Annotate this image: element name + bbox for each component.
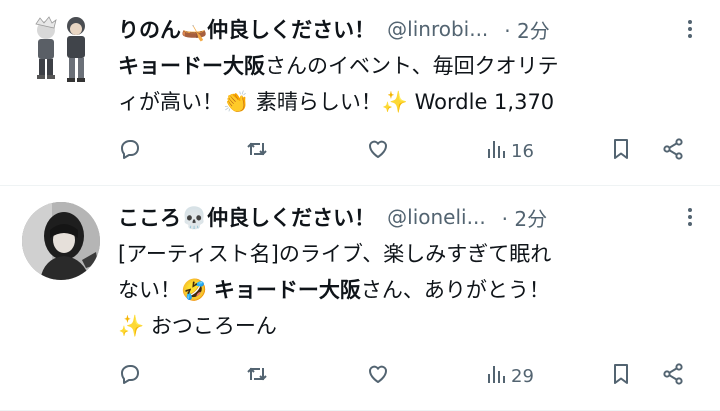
reply-button[interactable]	[118, 136, 142, 166]
tweet-text-line: さん、ありがとう！	[360, 278, 550, 302]
tweet-actions: 16	[118, 136, 698, 166]
bookmark-button[interactable]	[609, 136, 633, 166]
share-icon	[661, 137, 685, 165]
reply-icon	[118, 362, 142, 390]
mention[interactable]: キョードー大阪	[214, 278, 361, 302]
retweet-icon	[245, 137, 269, 165]
tweet-text-line: さんのイベント、毎回クオリテ	[265, 54, 559, 78]
tweet-text: [アーティスト名]のライブ、楽しみすぎて眠れ ない！🤣 キョードー大阪さん、あり…	[118, 236, 693, 344]
avatar[interactable]	[22, 202, 100, 280]
retweet-icon	[245, 362, 269, 390]
tweet-text-line: ィが高い！👏 素晴らしい！✨ Wordle 1,370	[118, 90, 555, 114]
share-icon	[661, 362, 685, 390]
bookmark-icon	[609, 362, 633, 390]
display-name[interactable]: りのん🛶仲良しください！	[118, 14, 375, 44]
tweet-actions: 29	[118, 361, 698, 391]
tweet-text-line: ない！🤣	[118, 278, 214, 302]
user-handle[interactable]: @linrobi...	[387, 17, 488, 41]
share-button[interactable]	[661, 361, 685, 391]
views-button[interactable]: 16	[484, 136, 534, 166]
views-icon	[484, 362, 508, 390]
display-name[interactable]: こころ💀仲良しください！	[118, 202, 375, 232]
like-button[interactable]	[366, 136, 390, 166]
timestamp[interactable]: · 2分	[502, 203, 547, 232]
tweet-header: りのん🛶仲良しください！ @linrobi... · 2分	[118, 14, 698, 44]
views-icon	[484, 137, 508, 165]
avatar[interactable]	[22, 10, 100, 88]
bookmark-icon	[609, 137, 633, 165]
like-button[interactable]	[366, 361, 390, 391]
like-icon	[366, 362, 390, 390]
timestamp[interactable]: · 2分	[504, 15, 549, 44]
reply-button[interactable]	[118, 361, 142, 391]
tweet-text-line: [アーティスト名]のライブ、楽しみすぎて眠れ	[118, 242, 552, 266]
more-icon[interactable]	[680, 18, 700, 40]
retweet-button[interactable]	[245, 361, 269, 391]
views-button[interactable]: 29	[484, 361, 534, 391]
reply-icon	[118, 137, 142, 165]
like-icon	[366, 137, 390, 165]
views-count: 29	[511, 365, 534, 387]
tweet-text-line: ✨ おつころーん	[118, 314, 277, 338]
tweet-header: こころ💀仲良しください！ @lioneli... · 2分	[118, 202, 698, 232]
tweet[interactable]: りのん🛶仲良しください！ @linrobi... · 2分 キョードー大阪さんの…	[0, 0, 720, 186]
retweet-button[interactable]	[245, 136, 269, 166]
mention[interactable]: キョードー大阪	[118, 54, 265, 78]
views-count: 16	[511, 140, 534, 162]
bookmark-button[interactable]	[609, 361, 633, 391]
user-handle[interactable]: @lioneli...	[387, 205, 486, 229]
tweet-text: キョードー大阪さんのイベント、毎回クオリテ ィが高い！👏 素晴らしい！✨ Wor…	[118, 48, 693, 120]
tweet[interactable]: こころ💀仲良しください！ @lioneli... · 2分 [アーティスト名]の…	[0, 186, 720, 411]
more-icon[interactable]	[680, 206, 700, 228]
share-button[interactable]	[661, 136, 685, 166]
